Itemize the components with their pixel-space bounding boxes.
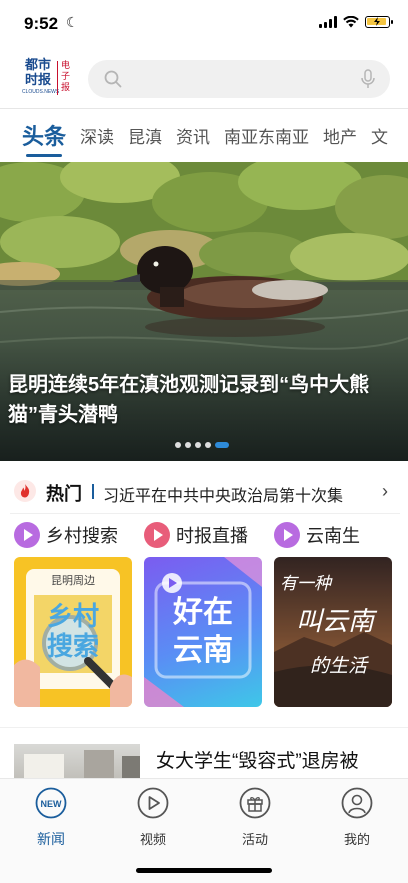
user-icon (341, 787, 373, 819)
microphone-icon[interactable] (360, 69, 376, 89)
video-play-icon (137, 787, 169, 819)
carousel-dot-active[interactable] (215, 442, 229, 448)
channel-yunnan-life[interactable]: 云南生 (274, 522, 360, 548)
card-big-text-1: 乡村 (46, 601, 99, 631)
tab-news[interactable]: 资讯 (176, 123, 210, 148)
fire-icon (14, 480, 36, 502)
card-top-text: 昆明周边 (51, 575, 95, 587)
battery-icon (365, 16, 393, 28)
card-rural-search[interactable]: 昆明周边 乡村 搜索 (14, 557, 132, 707)
logo-main-text: 都市时报 (24, 58, 51, 88)
live-icon (144, 522, 170, 548)
hero-carousel[interactable]: 昆明连续5年在滇池观测记录到“鸟中大熊猫”青头潜鸭 (0, 162, 408, 461)
card-live[interactable]: 好在 云南 (144, 557, 262, 707)
hot-separator (92, 484, 94, 499)
tab-culture[interactable]: 文 (371, 123, 388, 148)
nav-label: 新闻 (37, 831, 65, 847)
nav-events[interactable]: 活动 (215, 787, 295, 848)
tab-real-estate[interactable]: 地产 (323, 123, 357, 148)
play-icon (274, 522, 300, 548)
card-yunnan-life[interactable]: 有一种 叫云南 的生活 (274, 557, 392, 707)
logo-divider (57, 61, 58, 95)
logo-side-text: 电子报 (61, 60, 71, 92)
card-big-text-2: 云南 (173, 634, 233, 667)
channel-cards: 昆明周边 乡村 搜索 好在 云南 有一种 叫云南 的生活 (0, 557, 408, 707)
logo-sub-text: CLOUDS.NEWS (22, 89, 60, 95)
app-logo[interactable]: 都市时报 CLOUDS.NEWS 电子报 (22, 58, 74, 100)
carousel-dot[interactable] (195, 442, 201, 448)
channel-live[interactable]: 时报直播 (144, 522, 248, 548)
nav-news[interactable]: NEW 新闻 (11, 787, 91, 849)
app-header: 都市时报 CLOUDS.NEWS 电子报 (0, 52, 408, 108)
channel-label: 乡村搜索 (46, 526, 118, 546)
carousel-dot[interactable] (185, 442, 191, 448)
hot-divider (10, 513, 400, 514)
nav-profile[interactable]: 我的 (317, 787, 397, 848)
tab-south-southeast-asia[interactable]: 南亚东南亚 (224, 123, 309, 148)
card-live-art (144, 557, 262, 707)
nav-news-badge: NEW (41, 799, 63, 809)
nav-video[interactable]: 视频 (113, 787, 193, 848)
status-bar: 9:52 ☾ (0, 0, 408, 50)
news-icon: NEW (35, 787, 67, 819)
news-title: 女大学生“毁容式”退房被 (156, 751, 359, 772)
hot-headline[interactable]: 习近平在中共中央政治局第十次集 (103, 482, 371, 506)
nav-label: 视频 (139, 832, 166, 847)
cellular-signal-icon (319, 16, 337, 28)
carousel-dot[interactable] (205, 442, 211, 448)
gift-icon (239, 787, 271, 819)
card-script-text-1: 有一种 (280, 574, 331, 594)
carousel-indicator (175, 442, 229, 448)
home-indicator[interactable] (136, 868, 272, 873)
status-indicators (319, 16, 393, 28)
card-script-text-2: 叫云南 (296, 607, 375, 637)
card-big-text-2: 搜索 (46, 631, 99, 661)
status-time: 9:52 (24, 14, 59, 33)
tab-headlines[interactable]: 头条 (22, 119, 66, 157)
tab-kunming-yunnan[interactable]: 昆滇 (128, 123, 162, 148)
search-input[interactable] (130, 60, 350, 98)
category-tabs: 头条 深读 昆滇 资讯 南亚东南亚 地产 文 (0, 112, 408, 158)
channel-rural-search[interactable]: 乡村搜索 (14, 522, 118, 548)
channel-label: 时报直播 (176, 526, 248, 546)
channel-label: 云南生 (306, 526, 360, 546)
search-bar[interactable] (88, 60, 390, 98)
card-script-text-3: 的生活 (310, 655, 368, 677)
chevron-right-icon[interactable]: › (382, 481, 388, 502)
play-icon (14, 522, 40, 548)
moon-icon: ☾ (66, 14, 79, 30)
search-icon (104, 70, 122, 88)
hero-title[interactable]: 昆明连续5年在滇池观测记录到“鸟中大熊猫”青头潜鸭 (8, 370, 400, 430)
nav-label: 我的 (343, 832, 370, 847)
carousel-dot[interactable] (175, 442, 181, 448)
header-divider (0, 108, 408, 109)
channel-row: 乡村搜索 时报直播 云南生 (0, 522, 408, 552)
wifi-icon (343, 16, 359, 28)
card-big-text-1: 好在 (173, 596, 233, 629)
hot-label: 热门 (46, 484, 82, 504)
news-divider (0, 727, 408, 728)
hot-news-bar[interactable]: 热门 习近平在中共中央政治局第十次集 › (0, 472, 408, 512)
tab-in-depth[interactable]: 深读 (80, 123, 114, 148)
nav-label: 活动 (241, 832, 268, 847)
